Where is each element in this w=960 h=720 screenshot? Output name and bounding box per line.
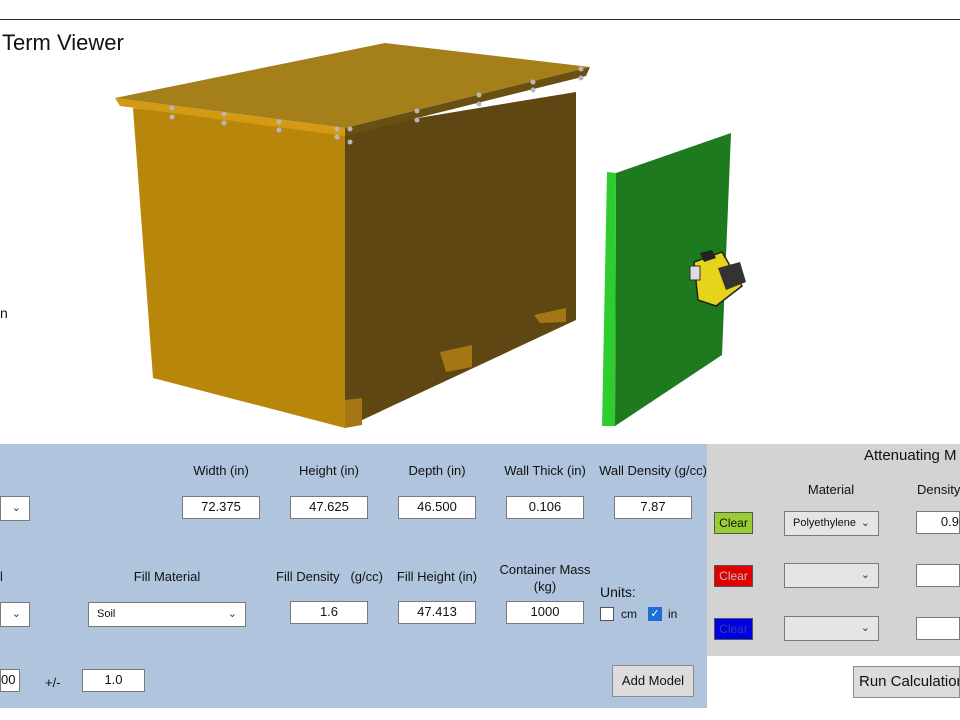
pallet-foot xyxy=(345,398,362,428)
run-calculation-button[interactable]: Run Calculation xyxy=(853,666,960,698)
checkmark-icon: ✓ xyxy=(650,608,660,620)
height-header: Height (in) xyxy=(299,463,359,478)
clear-button-3[interactable]: Clear xyxy=(714,618,753,640)
depth-header: Depth (in) xyxy=(408,463,466,478)
cm-checkbox[interactable] xyxy=(600,607,614,621)
container-mass-header: Container Mass (kg) xyxy=(499,562,591,594)
container-type-dropdown[interactable]: ⌄ xyxy=(0,496,30,521)
wall-thick-input[interactable]: 0.106 xyxy=(506,496,584,519)
units-label: Units: xyxy=(600,584,636,600)
material-value-1: Polyethylene xyxy=(793,517,856,529)
material-dropdown-2[interactable]: ⌄ xyxy=(784,563,879,588)
material-column-header: Material xyxy=(807,482,855,497)
density-input-1[interactable]: 0.9 xyxy=(916,511,960,534)
in-label: in xyxy=(668,607,678,621)
fill-material-value: Soil xyxy=(97,608,116,620)
width-header: Width (in) xyxy=(193,463,249,478)
chevron-down-icon: ⌄ xyxy=(860,622,870,634)
fill-height-input[interactable]: 47.413 xyxy=(398,601,476,624)
tolerance-input[interactable]: 1.0 xyxy=(82,669,145,692)
title-bar xyxy=(0,0,960,20)
chevron-down-icon: ⌄ xyxy=(227,608,237,620)
wall-density-header: Wall Density (g/cc) xyxy=(599,463,707,478)
fill-type-dropdown[interactable]: ⌄ xyxy=(0,602,30,627)
crate-side-face xyxy=(345,92,576,428)
chevron-down-icon: ⌄ xyxy=(860,569,870,581)
depth-input[interactable]: 46.500 xyxy=(398,496,476,519)
detector-panel-edge xyxy=(602,172,616,426)
material-dropdown-3[interactable]: ⌄ xyxy=(784,616,879,641)
density-input-2[interactable] xyxy=(916,564,960,587)
density-column-header: Density xyxy=(917,482,960,497)
crate-front-face xyxy=(133,108,345,428)
clear-button-2[interactable]: Clear xyxy=(714,565,753,587)
fill-material-header: Fill Material xyxy=(133,569,201,584)
fill-height-header: Fill Height (in) xyxy=(396,569,478,584)
left-value-input[interactable]: 00 xyxy=(0,669,20,692)
fill-density-input[interactable]: 1.6 xyxy=(290,601,368,624)
chevron-down-icon: ⌄ xyxy=(11,502,21,514)
chevron-down-icon: ⌄ xyxy=(860,517,870,529)
wall-density-input[interactable]: 7.87 xyxy=(614,496,692,519)
density-input-3[interactable] xyxy=(916,617,960,640)
plusminus-label: +/- xyxy=(45,675,61,690)
fill-left-label: l xyxy=(0,569,3,584)
clear-button-1[interactable]: Clear xyxy=(714,512,753,534)
chevron-down-icon: ⌄ xyxy=(11,608,21,620)
fill-density-header: Fill Density (g/cc) xyxy=(276,569,383,584)
3d-viewport[interactable] xyxy=(0,22,960,442)
fill-material-dropdown[interactable]: Soil ⌄ xyxy=(88,602,246,627)
in-checkbox[interactable]: ✓ xyxy=(648,607,662,621)
width-input[interactable]: 72.375 xyxy=(182,496,260,519)
attenuating-title: Attenuating M xyxy=(864,447,957,464)
material-dropdown-1[interactable]: Polyethylene ⌄ xyxy=(784,511,879,536)
height-input[interactable]: 47.625 xyxy=(290,496,368,519)
cm-label: cm xyxy=(621,607,637,621)
wall-thick-header: Wall Thick (in) xyxy=(504,463,586,478)
container-mass-input[interactable]: 1000 xyxy=(506,601,584,624)
add-model-button[interactable]: Add Model xyxy=(612,665,694,697)
